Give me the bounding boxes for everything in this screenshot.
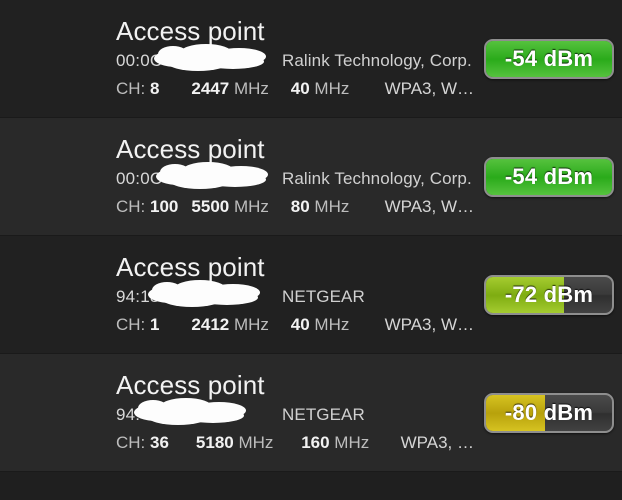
security-field: WPA3, W… [385,312,474,338]
access-point-info: Access point 94:18: NETGEAR CH: 1 2412 MHz 40… [116,252,474,338]
access-point-title: Access point [116,370,265,400]
signal-strength-text: -80 dBm [504,400,594,425]
access-point-info: Access point 00:0C Ralink Technology, Corp… [116,134,474,220]
frequency-value: 5500 [191,197,230,216]
mac-address: 00:0C [116,44,268,74]
channel-field: CH: 8 [116,76,191,102]
mac-address: 94: [116,398,268,428]
bandwidth-value: 40 [290,79,310,98]
access-point-row[interactable]: Access point 00:0C Ralink Technology, Corp… [0,118,622,236]
bandwidth-field: 80 MHz [291,194,385,220]
frequency-field: 5180 MHz [196,430,301,456]
security-value: WPA3, W… [384,79,474,98]
signal-strength-badge: -72 dBm [484,275,614,315]
channel-label: CH: [116,79,146,98]
bandwidth-unit: MHz [334,433,370,452]
bandwidth-field: 40 MHz [291,312,385,338]
access-point-detail-line: CH: 1 2412 MHz 40 MHz WPA3, W… [116,312,474,338]
bandwidth-field: 40 MHz [291,76,385,102]
mac-redaction-scribble [154,42,280,76]
channel-value: 36 [150,433,169,452]
mac-address-text: 00:0C [116,51,163,70]
channel-field: CH: 36 [116,430,196,456]
frequency-unit: MHz [233,315,269,334]
access-point-identity-line: 94: NETGEAR [116,398,474,428]
access-point-info: Access point 00:0C Ralink Technology, Corp… [116,16,474,102]
vendor-name: Ralink Technology, Corp. [282,51,472,70]
bandwidth-value: 80 [290,197,310,216]
channel-field: CH: 100 [116,194,191,220]
channel-value: 100 [150,197,179,216]
vendor-name: NETGEAR [282,287,365,306]
bandwidth-unit: MHz [314,79,350,98]
security-field: WPA3, W… [385,76,474,102]
frequency-field: 2412 MHz [191,312,290,338]
frequency-field: 5500 MHz [191,194,290,220]
security-value: WPA3, W… [384,315,474,334]
access-point-row[interactable]: Access point 94: NETGEAR CH: 36 5180 MHz 160 … [0,354,622,472]
bandwidth-value: 40 [290,315,310,334]
mac-address-text: 94: [116,405,141,424]
signal-strength-text: -72 dBm [504,282,594,307]
mac-redaction-scribble [156,160,282,194]
bandwidth-unit: MHz [314,315,350,334]
access-point-info: Access point 94: NETGEAR CH: 36 5180 MHz 160 … [116,370,474,456]
channel-label: CH: [116,197,146,216]
access-point-list: Access point 00:0C Ralink Technology, Corp… [0,0,622,500]
security-field: WPA3, … [401,430,474,456]
access-point-identity-line: 00:0C Ralink Technology, Corp. [116,162,474,192]
vendor-name: Ralink Technology, Corp. [282,169,472,188]
signal-strength-text: -54 dBm [504,164,594,189]
access-point-identity-line: 00:0C Ralink Technology, Corp. [116,44,474,74]
access-point-row[interactable]: Access point 00:0C Ralink Technology, Corp… [0,0,622,118]
frequency-value: 5180 [195,433,234,452]
security-value: WPA3, … [400,433,474,452]
channel-label: CH: [116,315,146,334]
frequency-unit: MHz [238,433,274,452]
access-point-detail-line: CH: 100 5500 MHz 80 MHz WPA3, W… [116,194,474,220]
signal-strength-badge: -54 dBm [484,157,614,197]
frequency-unit: MHz [233,197,269,216]
mac-address-text: 94:18: [116,287,165,306]
access-point-row[interactable]: Access point 94:18: NETGEAR CH: 1 2412 MHz 40… [0,236,622,354]
signal-strength-badge: -54 dBm [484,39,614,79]
mac-redaction-scribble [148,278,274,312]
mac-address-text: 00:0C [116,169,163,188]
access-point-title: Access point [116,134,265,164]
security-value: WPA3, W… [384,197,474,216]
access-point-detail-line: CH: 36 5180 MHz 160 MHz WPA3, … [116,430,474,456]
access-point-title: Access point [116,16,265,46]
signal-strength-text: -54 dBm [504,46,594,71]
row-separator [0,471,622,472]
frequency-value: 2412 [191,315,230,334]
mac-address: 94:18: [116,280,268,310]
channel-label: CH: [116,433,146,452]
mac-redaction-scribble [134,396,260,430]
frequency-field: 2447 MHz [191,76,290,102]
frequency-unit: MHz [233,79,269,98]
channel-value: 1 [150,315,160,334]
bandwidth-unit: MHz [314,197,350,216]
vendor-name: NETGEAR [282,405,365,424]
security-field: WPA3, W… [385,194,474,220]
frequency-value: 2447 [191,79,230,98]
access-point-detail-line: CH: 8 2447 MHz 40 MHz WPA3, W… [116,76,474,102]
bandwidth-field: 160 MHz [301,430,400,456]
access-point-title: Access point [116,252,265,282]
channel-value: 8 [150,79,160,98]
channel-field: CH: 1 [116,312,191,338]
mac-address: 00:0C [116,162,268,192]
signal-strength-badge: -80 dBm [484,393,614,433]
bandwidth-value: 160 [301,433,330,452]
access-point-identity-line: 94:18: NETGEAR [116,280,474,310]
